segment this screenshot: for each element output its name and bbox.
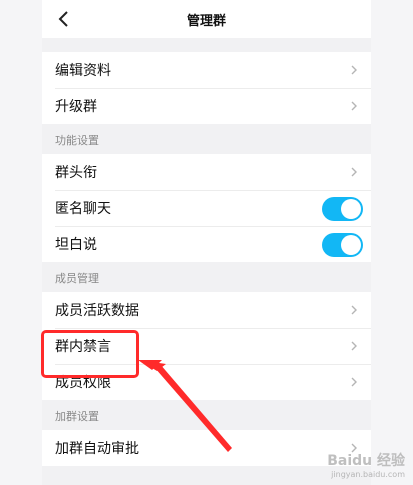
chevron-right-icon <box>351 377 357 387</box>
confession-toggle[interactable] <box>322 233 363 257</box>
section-header-members: 成员管理 <box>42 262 371 292</box>
settings-group-join: 加群自动审批 <box>42 430 371 466</box>
row-confession: 坦白说 <box>42 226 371 262</box>
chevron-right-icon <box>351 341 357 351</box>
row-label: 坦白说 <box>55 237 97 253</box>
annotation-highlight-box <box>41 330 139 378</box>
row-label: 编辑资料 <box>55 63 111 79</box>
settings-group-basic: 编辑资料 升级群 <box>42 52 371 124</box>
chevron-right-icon <box>351 305 357 315</box>
toggle-knob <box>341 199 361 219</box>
section-header-function: 功能设置 <box>42 124 371 154</box>
section-header-join: 加群设置 <box>42 400 371 430</box>
left-margin <box>0 0 42 485</box>
toggle-knob <box>341 235 361 255</box>
section-title: 加群设置 <box>55 410 99 423</box>
chevron-right-icon <box>351 101 357 111</box>
chevron-right-icon <box>351 167 357 177</box>
anonymous-chat-toggle[interactable] <box>322 197 363 221</box>
row-label: 匿名聊天 <box>55 201 111 217</box>
nav-bar: 管理群 <box>42 0 371 38</box>
row-anonymous-chat: 匿名聊天 <box>42 190 371 226</box>
right-margin <box>371 0 413 485</box>
row-upgrade-group[interactable]: 升级群 <box>42 88 371 124</box>
watermark-logo: Baidu 经验 <box>327 453 405 469</box>
manage-group-screen: 管理群 编辑资料 升级群 功能设置 群头衔 匿名聊天 坦白说 成员管理 成员活跃… <box>42 0 371 485</box>
section-title: 成员管理 <box>55 272 99 285</box>
settings-group-function: 群头衔 匿名聊天 坦白说 <box>42 154 371 262</box>
chevron-right-icon <box>351 65 357 75</box>
row-member-activity[interactable]: 成员活跃数据 <box>42 292 371 328</box>
row-group-title[interactable]: 群头衔 <box>42 154 371 190</box>
section-title: 功能设置 <box>55 134 99 147</box>
watermark: Baidu 经验 jingyan.baidu.com <box>327 450 405 479</box>
row-label: 加群自动审批 <box>55 441 139 457</box>
page-title: 管理群 <box>186 14 226 29</box>
row-label: 群头衔 <box>55 165 97 181</box>
row-label: 成员活跃数据 <box>55 303 139 319</box>
watermark-site: jingyan.baidu.com <box>331 470 405 479</box>
row-auto-approve[interactable]: 加群自动审批 <box>42 430 371 466</box>
row-edit-profile[interactable]: 编辑资料 <box>42 52 371 88</box>
row-label: 升级群 <box>55 99 97 115</box>
